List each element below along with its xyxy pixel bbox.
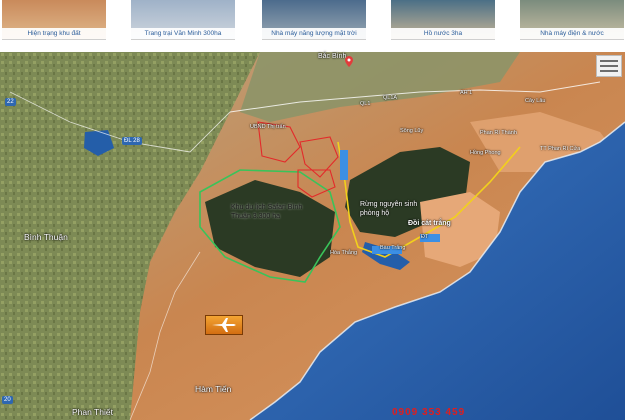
thumbnail-caption: Trang trại Văn Minh 300ha: [131, 28, 235, 39]
label-binh-thuan: Bình Thuận: [24, 232, 68, 242]
road-shield-20: 20: [2, 396, 13, 404]
label-bac-binh: Bắc Bình: [318, 53, 347, 60]
label-white-dunes: Đồi cát trắng: [408, 220, 451, 227]
map-viewer[interactable]: Hiện trạng khu đất Trang trại Văn Minh 3…: [0, 0, 625, 420]
thumbnail-lake[interactable]: Hồ nước 3ha: [391, 0, 495, 40]
thumbnail-caption: Nhà máy năng lượng mặt trời: [262, 28, 366, 39]
label-ham-tien: Hàm Tiến: [195, 384, 232, 394]
label-hoa-thang: Hòa Thắng: [330, 250, 358, 256]
thumbnail-land-status[interactable]: Hiện trạng khu đất: [2, 0, 106, 40]
thumbnail-farm[interactable]: Trang trại Văn Minh 300ha: [131, 0, 235, 40]
label-tt-phan-ri-cua: TT Phan Rí Cửa: [540, 146, 581, 152]
road-shield-dl28: ĐL 28: [122, 137, 142, 145]
label-dt: ĐT: [421, 234, 429, 240]
layers-menu-icon[interactable]: [596, 55, 622, 77]
label-phan-ri-thanh: Phan Rí Thành: [480, 130, 517, 136]
label-protected-forest: Rừng nguyên sinh phòng hộ: [360, 201, 418, 217]
label-ubnd: UBND Thị trấn: [250, 124, 286, 130]
hotline-text: 0909 353 459: [392, 407, 466, 418]
label-phan-thiet: Phan Thiết: [72, 407, 113, 417]
airport-marker[interactable]: [205, 315, 243, 335]
satellite-terrain: [0, 52, 625, 420]
road-shield-22: 22: [5, 98, 16, 106]
location-pin-icon[interactable]: [345, 56, 353, 67]
label-bau-trang: Bàu Trắng: [380, 245, 406, 251]
thumbnail-caption: Hồ nước 3ha: [391, 28, 495, 39]
airport-icon: [212, 318, 236, 332]
label-ah1: AH 1: [460, 90, 473, 96]
label-ql1: QL1: [360, 101, 371, 107]
label-safari: Khu du lịch Safari Bình Thuận 3.300 ha: [231, 204, 303, 220]
photo-thumbnail-strip: Hiện trạng khu đất Trang trại Văn Minh 3…: [0, 0, 625, 52]
label-song-luy: Sông Lũy: [400, 128, 424, 134]
label-box-vertical: [340, 150, 348, 180]
label-ql1a: QL1A: [383, 95, 398, 101]
thumbnail-caption: Nhà máy điện & nước: [520, 28, 624, 39]
label-cay-lau: Cây Lâu: [525, 98, 546, 104]
thumbnail-caption: Hiện trạng khu đất: [2, 28, 106, 39]
label-hong-phong: Hồng Phong: [470, 150, 501, 156]
thumbnail-solar-plant[interactable]: Nhà máy năng lượng mặt trời: [262, 0, 366, 40]
thumbnail-power-water[interactable]: Nhà máy điện & nước: [520, 0, 624, 40]
